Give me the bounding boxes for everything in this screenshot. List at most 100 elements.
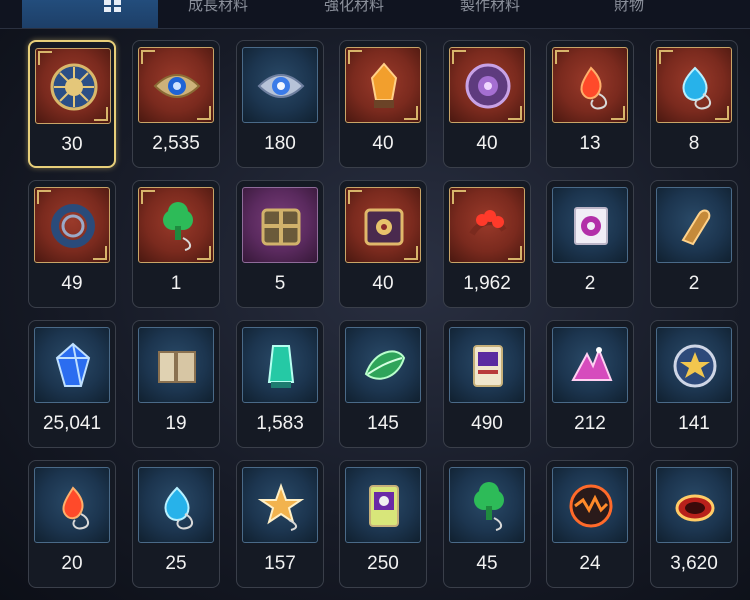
inventory-slot[interactable]: 40: [443, 40, 531, 168]
gold-box-icon: [261, 208, 301, 246]
item-count: 20: [61, 553, 83, 574]
item-frame: [449, 467, 525, 543]
tab-all[interactable]: [22, 0, 158, 28]
inventory-slot[interactable]: 24: [546, 460, 634, 588]
inventory-slot[interactable]: 49: [28, 180, 116, 308]
inventory-slot[interactable]: 145: [339, 320, 427, 448]
item-frame: [345, 327, 421, 403]
inventory-slot[interactable]: 19: [132, 320, 220, 448]
item-frame: [552, 467, 628, 543]
item-count: 1: [170, 273, 182, 294]
item-count: 13: [579, 133, 601, 154]
blue-drop-pendant-icon: [164, 486, 193, 530]
star-pendant-icon: [257, 483, 305, 531]
item-frame: [35, 48, 111, 124]
ornate-box-icon: [364, 208, 404, 246]
inventory-slot[interactable]: 40: [339, 40, 427, 168]
item-count: 49: [61, 273, 83, 294]
blue-drop-pendant-icon: [682, 66, 711, 110]
item-count: 180: [264, 133, 296, 154]
category-tab-bar: 成長材料 強化材料 製作材料 財物: [0, 0, 750, 29]
item-count: 40: [372, 273, 394, 294]
green-tree-pendant-icon: [163, 202, 193, 251]
book-icon: [158, 351, 196, 383]
item-count: 40: [372, 133, 394, 154]
green-crystal-icon: [267, 345, 295, 388]
item-frame: [138, 467, 214, 543]
item-count: 25,041: [42, 413, 102, 434]
item-frame: [34, 467, 110, 543]
inventory-slot[interactable]: 212: [546, 320, 634, 448]
item-count: 1,583: [256, 413, 304, 434]
inventory-slot[interactable]: 25,041: [28, 320, 116, 448]
inventory-slot[interactable]: 13: [546, 40, 634, 168]
item-count: 2: [688, 273, 700, 294]
item-count: 141: [678, 413, 710, 434]
inventory-slot[interactable]: 141: [650, 320, 738, 448]
item-count: 145: [367, 413, 399, 434]
inventory-slot[interactable]: 45: [443, 460, 531, 588]
item-count: 24: [579, 553, 601, 574]
item-count: 5: [274, 273, 286, 294]
inventory-slot[interactable]: 2,535: [132, 40, 220, 168]
item-frame: [345, 467, 421, 543]
inventory-slot[interactable]: 30: [28, 40, 116, 168]
item-count: 19: [165, 413, 187, 434]
purple-coin-icon: [465, 63, 511, 109]
bullet-icon: [681, 209, 711, 246]
inventory-slot[interactable]: 180: [236, 40, 324, 168]
item-frame: [138, 187, 214, 263]
lava-orb-icon: [569, 484, 613, 528]
blue-gem-icon: [55, 342, 91, 387]
inventory-slot[interactable]: 3,620: [650, 460, 738, 588]
star-coin-icon: [673, 344, 717, 388]
inventory-slot[interactable]: 1: [132, 180, 220, 308]
red-flame-pendant-icon: [580, 66, 607, 110]
item-count: 45: [476, 553, 498, 574]
tab-crafting-materials[interactable]: 製作材料: [460, 0, 520, 28]
tab-enhance-materials[interactable]: 強化材料: [324, 0, 384, 28]
item-frame: [656, 467, 732, 543]
amber-crystal-icon: [370, 62, 398, 108]
item-count: 25: [165, 553, 187, 574]
inventory-slot[interactable]: 1,583: [236, 320, 324, 448]
silver-eye-emblem-icon: [257, 74, 305, 98]
sun-emblem-icon: [50, 63, 98, 111]
item-frame: [449, 187, 525, 263]
purple-cat-card-icon: [369, 485, 399, 527]
item-frame: [552, 47, 628, 123]
item-count: 1,962: [463, 273, 511, 294]
inventory-slot[interactable]: 250: [339, 460, 427, 588]
item-frame: [242, 467, 318, 543]
inventory-slot[interactable]: 490: [443, 320, 531, 448]
tab-growth-materials[interactable]: 成長材料: [188, 0, 248, 28]
inventory-slot[interactable]: 157: [236, 460, 324, 588]
inventory-slot[interactable]: 8: [650, 40, 738, 168]
inventory-slot[interactable]: 25: [132, 460, 220, 588]
item-count: 157: [264, 553, 296, 574]
item-frame: [656, 327, 732, 403]
item-frame: [449, 327, 525, 403]
tab-treasures[interactable]: 財物: [614, 0, 644, 28]
card-icon: [473, 345, 503, 387]
leaf-icon: [364, 350, 406, 380]
blue-eye-emblem-icon: [153, 74, 201, 98]
item-count: 2,535: [152, 133, 200, 154]
item-frame: [34, 187, 110, 263]
item-frame: [242, 47, 318, 123]
item-frame: [449, 47, 525, 123]
item-frame: [552, 327, 628, 403]
item-count: 490: [471, 413, 503, 434]
red-flame-pendant-icon: [62, 486, 89, 530]
item-frame: [242, 187, 318, 263]
inventory-slot[interactable]: 40: [339, 180, 427, 308]
inventory-slot[interactable]: 2: [650, 180, 738, 308]
item-frame: [345, 187, 421, 263]
inventory-slot[interactable]: 5: [236, 180, 324, 308]
inventory-slot[interactable]: 20: [28, 460, 116, 588]
item-count: 30: [61, 134, 83, 155]
inventory-slot[interactable]: 2: [546, 180, 634, 308]
flower-necklace-icon: [469, 210, 507, 236]
item-frame: [242, 327, 318, 403]
inventory-slot[interactable]: 1,962: [443, 180, 531, 308]
